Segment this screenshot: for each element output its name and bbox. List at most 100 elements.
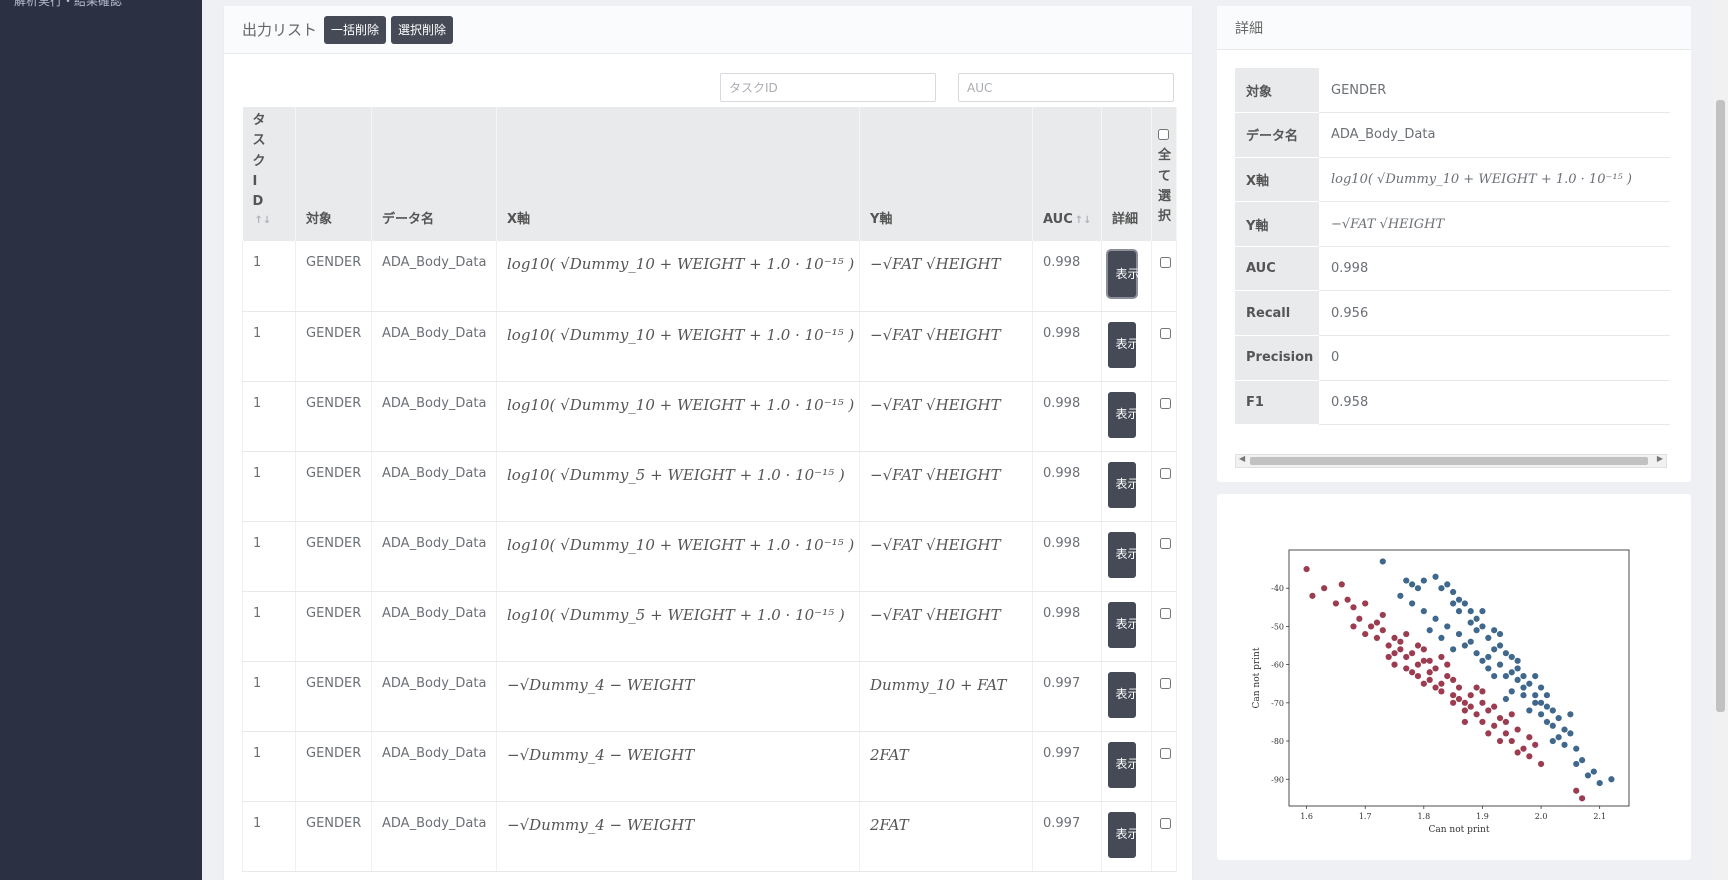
sort-arrows-icon[interactable]: ↑↓ [255,215,272,226]
col-header-task-id[interactable]: タスクID ↑↓ [242,107,296,241]
select-cell [1151,731,1177,802]
auc-cell: 0.998 [1032,591,1102,662]
show-detail-button[interactable]: 表示 [1108,321,1140,368]
select-cell [1151,801,1177,872]
scatter-point [1461,699,1468,706]
bulk-delete-button[interactable]: 一括削除 [324,15,387,44]
detail-card: 詳細 対象 GENDER データ名 ADA_Body_Data X軸 log10( √Du… [1217,6,1691,482]
show-detail-button[interactable]: 表示 [1108,671,1140,718]
show-detail-button[interactable]: 表示 [1108,811,1140,858]
scatter-point [1473,615,1480,622]
show-detail-button[interactable]: 表示 [1108,601,1140,648]
x-axis-cell: log10( √Dummy_10 + WEIGHT + 1.0 · 10⁻¹⁵ … [496,241,860,312]
scatter-point [1502,718,1509,726]
show-detail-button[interactable]: 表示 [1108,461,1140,508]
col-header-y-axis: Y軸 [859,107,1033,241]
select-cell [1151,661,1177,732]
scatter-point [1403,577,1410,584]
row-select-checkbox[interactable] [1160,467,1171,479]
scatter-point [1409,669,1416,676]
scatter-point [1461,707,1468,714]
data-name-cell: ADA_Body_Data [371,311,497,382]
scatter-point [1432,573,1439,580]
sort-arrows-icon[interactable]: ↑↓ [1075,215,1092,226]
scatter-point [1555,734,1562,741]
col-header-data-name: データ名 [371,107,497,241]
scatter-point [1502,650,1509,657]
scatter-point [1432,684,1439,691]
scatter-point [1537,711,1545,718]
scatter-point [1450,646,1457,653]
scatter-point [1379,611,1386,619]
scatter-point [1555,715,1562,722]
x-axis-cell: log10( √Dummy_10 + WEIGHT + 1.0 · 10⁻¹⁵ … [496,311,860,382]
data-name-cell: ADA_Body_Data [371,521,497,592]
page-scroll-thumb[interactable] [1716,100,1725,712]
scroll-left-icon[interactable]: ◀ [1239,454,1245,463]
scatter-point [1397,646,1404,653]
target-cell: GENDER [295,381,372,452]
row-select-checkbox[interactable] [1160,677,1171,689]
scatter-point [1608,776,1615,783]
scatter-point [1526,707,1533,714]
scatter-point [1491,627,1498,634]
y-axis-cell: −√FAT √HEIGHT [859,241,1033,312]
col-header-auc[interactable]: AUC ↑↓ [1032,107,1102,241]
auc-cell: 0.998 [1032,451,1102,522]
scatter-point [1573,787,1580,794]
filter-bar [720,73,1174,102]
scatter-point [1549,707,1556,714]
y-axis-cell-formula: −√FAT √HEIGHT [870,325,1001,344]
detail-horizontal-scrollbar[interactable]: ◀ ▶ [1235,454,1667,468]
row-select-checkbox[interactable] [1160,817,1171,829]
scatter-point [1532,699,1539,706]
output-list-header: 出力リスト 一括削除 選択削除 [224,6,1192,54]
x-axis-cell: log10( √Dummy_5 + WEIGHT + 1.0 · 10⁻¹⁵ ) [496,591,860,662]
scatter-point [1485,730,1492,737]
sidebar: 解析実行・結果確認 [0,0,202,880]
y-axis-cell: Dummy_10 + FAT [859,661,1033,732]
row-select-checkbox[interactable] [1160,537,1171,549]
scatter-point [1496,630,1504,638]
detail-value: GENDER [1319,68,1670,114]
scatter-point [1461,718,1468,726]
row-select-checkbox[interactable] [1160,397,1171,409]
row-select-checkbox[interactable] [1160,257,1171,268]
detail-label: Recall [1235,290,1319,337]
task-id-cell: 1 [242,591,296,662]
scatter-point [1561,741,1568,748]
auc-filter-input[interactable] [958,73,1174,102]
scatter-point [1520,692,1527,699]
scatter-point [1455,695,1463,703]
row-select-checkbox[interactable] [1160,327,1171,339]
show-detail-button[interactable]: 表示 [1108,741,1140,788]
show-detail-label: 表示 [1115,547,1140,562]
show-detail-button[interactable]: 表示 [1108,391,1140,438]
scatter-point [1450,692,1457,699]
row-select-checkbox[interactable] [1160,607,1171,619]
scatter-point [1467,703,1474,710]
scroll-right-icon[interactable]: ▶ [1657,454,1663,463]
detail-value: 0 [1319,335,1670,381]
x-axis-cell-formula: log10( √Dummy_10 + WEIGHT + 1.0 · 10⁻¹⁵ … [507,395,855,414]
sidebar-item-analysis[interactable]: 解析実行・結果確認 [14,0,122,9]
scatter-point [1432,615,1439,622]
show-detail-button[interactable]: 表示 [1108,531,1140,578]
page-scrollbar[interactable] [1713,0,1728,880]
detail-value: log10( √Dummy_10 + WEIGHT + 1.0 · 10⁻¹⁵ … [1319,157,1670,203]
scatter-point [1514,726,1521,733]
selected-delete-button[interactable]: 選択削除 [391,15,454,44]
select-all-checkbox[interactable] [1158,129,1169,141]
scroll-thumb[interactable] [1250,457,1648,465]
detail-label: Y軸 [1235,201,1319,247]
show-detail-label: 表示 [1115,407,1140,422]
task-id-filter-input[interactable] [720,73,936,102]
show-detail-button[interactable]: 表示 [1108,251,1140,297]
scatter-point [1508,653,1515,661]
row-select-checkbox[interactable] [1160,747,1171,759]
scatter-point [1479,699,1486,706]
scatter-point [1485,665,1492,672]
x-axis-cell-formula: log10( √Dummy_10 + WEIGHT + 1.0 · 10⁻¹⁵ … [507,535,855,554]
show-detail-label: 表示 [1115,477,1140,492]
scatter-point [1303,566,1310,573]
